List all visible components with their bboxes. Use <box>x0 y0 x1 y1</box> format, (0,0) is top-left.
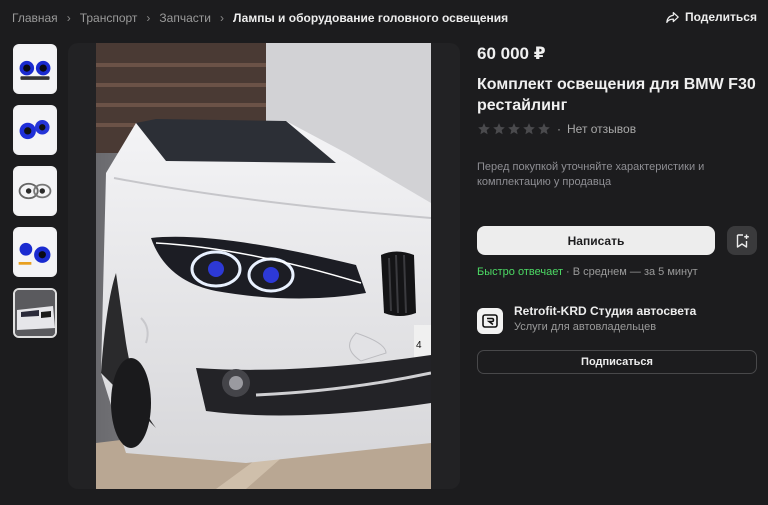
breadcrumb-item-parts[interactable]: Запчасти <box>159 11 211 25</box>
listing-title: Комплект освещения для BMW F30 рестайлин… <box>477 76 756 114</box>
svg-text:4: 4 <box>416 340 422 351</box>
seller-description: Услуги для автовладельцев <box>514 321 657 333</box>
thumbnail-4[interactable] <box>13 227 57 277</box>
thumbnail-2[interactable] <box>13 105 57 155</box>
price: 60 000 ₽ <box>477 44 546 63</box>
fast-reply-label: Быстро отвечает <box>477 266 563 278</box>
thumbnail-5[interactable] <box>13 288 57 338</box>
star-icon <box>538 123 550 135</box>
reply-speed: Быстро отвечает · В среднем — за 5 минут <box>477 266 698 278</box>
seller-card[interactable]: Retrofit-KRD Студия автосвета Услуги для… <box>477 304 696 335</box>
reviews-count: Нет отзывов <box>567 122 637 136</box>
share-button[interactable]: Поделиться <box>666 10 757 24</box>
subscribe-button[interactable]: Подписаться <box>477 350 757 374</box>
breadcrumb-item-transport[interactable]: Транспорт <box>80 11 138 25</box>
buyer-note: Перед покупкой уточняйте характеристики … <box>477 161 705 188</box>
average-reply-time: · В среднем — за 5 минут <box>566 266 698 278</box>
thumbnail-1[interactable] <box>13 44 57 94</box>
headlight-kit-thumbnail <box>15 107 55 153</box>
main-image-gallery[interactable]: 4 <box>68 43 460 489</box>
chevron-right-icon: › <box>146 11 151 25</box>
chevron-right-icon: › <box>66 11 71 25</box>
star-icon <box>523 123 535 135</box>
seller-logo <box>477 308 503 334</box>
thumbnail-list <box>13 44 57 349</box>
seller-name[interactable]: Retrofit-KRD Студия автосвета <box>514 304 696 319</box>
write-message-button[interactable]: Написать <box>477 226 715 255</box>
share-label: Поделиться <box>684 10 757 24</box>
add-to-favorites-button[interactable] <box>727 226 757 255</box>
star-icon <box>478 123 490 135</box>
star-icon <box>508 123 520 135</box>
thumbnail-3[interactable] <box>13 166 57 216</box>
car-photo-thumbnail <box>15 290 55 336</box>
share-icon <box>666 11 679 23</box>
chevron-right-icon: › <box>219 11 224 25</box>
separator-dot: · <box>557 122 561 136</box>
breadcrumb-item-headlights[interactable]: Лампы и оборудование головного освещения <box>233 11 508 25</box>
car-headlight-photo: 4 <box>96 43 431 489</box>
bookmark-plus-icon <box>736 233 749 248</box>
star-icon <box>493 123 505 135</box>
headlight-kit-thumbnail <box>15 229 55 275</box>
headlight-kit-thumbnail <box>15 46 55 92</box>
headlight-kit-thumbnail <box>15 168 55 214</box>
breadcrumb: Главная › Транспорт › Запчасти › Лампы и… <box>12 10 508 26</box>
rating[interactable]: · Нет отзывов <box>477 122 636 136</box>
retrofit-logo-icon <box>482 314 498 328</box>
rating-stars <box>477 122 551 136</box>
breadcrumb-item-home[interactable]: Главная <box>12 11 58 25</box>
